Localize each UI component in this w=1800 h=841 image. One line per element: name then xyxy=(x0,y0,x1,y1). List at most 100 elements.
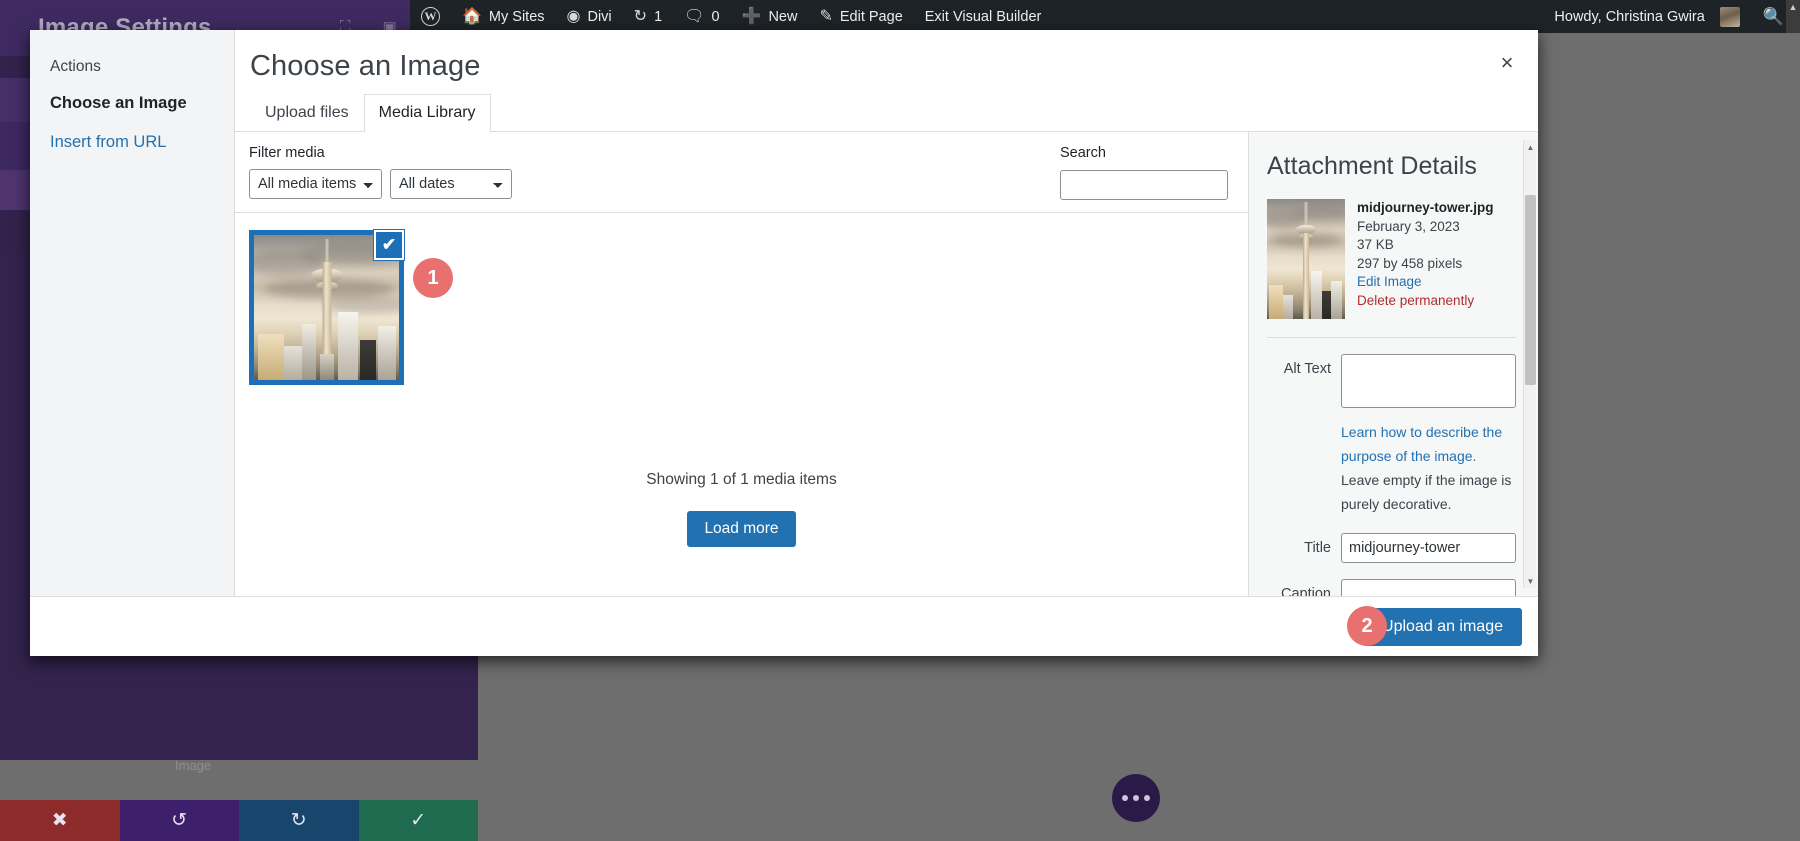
adminbar-howdy-label: Howdy, Christina Gwira xyxy=(1554,8,1705,25)
media-type-filter-select[interactable]: All media items xyxy=(249,169,382,200)
attachments-grid: ✔ Showing 1 of 1 media items Load more xyxy=(235,213,1248,596)
caption-control xyxy=(1341,578,1516,596)
page-root: Image Settings ⛶ ▣ ⋮ Image W 🏠 My Sites … xyxy=(0,0,1800,841)
divi-undo-button[interactable]: ↺ xyxy=(119,800,239,841)
alt-text-input[interactable] xyxy=(1341,354,1516,409)
adminbar-label-edit-page: Edit Page xyxy=(839,8,903,25)
title-input[interactable] xyxy=(1341,532,1516,563)
adminbar-label-my-sites: My Sites xyxy=(488,8,545,25)
attachment-dimensions: 297 by 458 pixels xyxy=(1357,255,1463,271)
adminbar-item-exit-visual-builder[interactable]: Exit Visual Builder xyxy=(914,0,1053,33)
adminbar-label-divi: Divi xyxy=(587,8,612,25)
attachment-info: midjourney-tower.jpg February 3, 2023 37… xyxy=(1267,199,1516,339)
load-more-wrap: Showing 1 of 1 media items Load more xyxy=(235,471,1248,548)
search-group: Search xyxy=(1060,145,1230,201)
adminbar-label-comments: 0 xyxy=(711,8,720,25)
check-icon[interactable]: ✔ xyxy=(374,230,404,261)
caption-label: Caption xyxy=(1281,585,1331,596)
attachment-filename: midjourney-tower.jpg xyxy=(1357,200,1494,216)
adminbar-item-updates[interactable]: ↻ 1 xyxy=(623,0,673,33)
tab-upload-files[interactable]: Upload files xyxy=(250,94,364,132)
pencil-icon: ✎ xyxy=(819,7,833,25)
divi-ghost-label: Image xyxy=(175,758,212,773)
media-toolbar: Filter media All media items All dates S… xyxy=(235,132,1248,214)
media-modal-footer: Upload an image xyxy=(30,596,1538,656)
attachment-details-scrollbar[interactable]: ▲ ▼ xyxy=(1523,140,1537,588)
alt-text-help-link[interactable]: Learn how to describe the purpose of the… xyxy=(1341,424,1502,464)
divi-more-options-button[interactable] xyxy=(1112,774,1160,822)
caption-field-row: Caption xyxy=(1267,578,1516,596)
comment-icon: 🗨 xyxy=(684,7,705,25)
adminbar-item-edit-page[interactable]: ✎ Edit Page xyxy=(808,0,913,33)
attachment-filesize: 37 KB xyxy=(1357,237,1394,253)
adminbar-label-updates: 1 xyxy=(654,8,663,25)
scroll-up-icon[interactable]: ▲ xyxy=(1524,140,1537,155)
edit-image-link[interactable]: Edit Image xyxy=(1357,273,1494,291)
attachment-details-title: Attachment Details xyxy=(1267,152,1477,181)
attachments-browser: Filter media All media items All dates S… xyxy=(235,132,1248,596)
filter-media-label: Filter media xyxy=(249,145,325,162)
step-badge-1: 1 xyxy=(413,258,453,298)
scrollbar-thumb[interactable] xyxy=(1525,195,1536,386)
title-control xyxy=(1341,532,1516,563)
search-input[interactable] xyxy=(1060,170,1228,201)
attachment-meta: midjourney-tower.jpg February 3, 2023 37… xyxy=(1357,199,1494,319)
title-label: Title xyxy=(1304,539,1331,556)
adminbar-item-my-sites[interactable]: 🏠 My Sites xyxy=(451,0,556,33)
adminbar-right-group: Howdy, Christina Gwira 🔍 xyxy=(1543,0,1800,33)
media-count-text: Showing 1 of 1 media items xyxy=(646,471,837,489)
divi-redo-button[interactable]: ↻ xyxy=(239,800,359,841)
media-modal-content: Choose an Image × Upload files Media Lib… xyxy=(235,30,1538,596)
title-field-row: Title xyxy=(1267,532,1516,563)
page-title: Choose an Image xyxy=(250,50,481,82)
delete-permanently-link[interactable]: Delete permanently xyxy=(1357,292,1494,310)
attachment-details-thumbnail xyxy=(1267,199,1345,320)
alt-text-field-row: Alt Text Learn how to describe the purpo… xyxy=(1267,354,1516,516)
attachment-date: February 3, 2023 xyxy=(1357,218,1460,234)
wordpress-logo-icon: W xyxy=(421,7,440,26)
home-icon: 🏠 xyxy=(462,7,482,25)
load-more-button[interactable]: Load more xyxy=(687,511,796,548)
media-modal-title-bar: Choose an Image × xyxy=(235,30,1538,84)
update-icon: ↻ xyxy=(633,7,648,25)
adminbar-label-new: New xyxy=(768,8,798,25)
attachment-item-midjourney-tower[interactable]: ✔ xyxy=(249,230,404,386)
media-modal-body: Actions Choose an Image Insert from URL … xyxy=(30,30,1538,596)
adminbar-item-new[interactable]: ➕ New xyxy=(731,0,809,33)
tab-media-library[interactable]: Media Library xyxy=(363,94,491,133)
more-horizontal-icon xyxy=(1122,795,1128,801)
menu-item-choose-an-image[interactable]: Choose an Image xyxy=(30,78,234,119)
divi-discard-button[interactable]: ✖ xyxy=(0,800,120,841)
more-dot-3 xyxy=(1144,795,1150,801)
filters-row: All media items All dates xyxy=(249,169,512,200)
adminbar-item-comments[interactable]: 🗨 0 xyxy=(673,0,730,33)
media-frame-row: Filter media All media items All dates S… xyxy=(235,132,1538,596)
filters-group: Filter media All media items All dates xyxy=(249,145,512,200)
divi-icon: ◉ xyxy=(566,7,581,25)
step-badge-2: 2 xyxy=(1347,606,1387,646)
scroll-down-icon[interactable]: ▼ xyxy=(1524,574,1537,588)
media-date-filter-select[interactable]: All dates xyxy=(390,169,512,200)
alt-text-control: Learn how to describe the purpose of the… xyxy=(1341,354,1516,516)
wp-logo-menu[interactable]: W xyxy=(410,0,451,33)
divi-bottom-bar: ✖ ↺ ↻ ✓ xyxy=(0,800,478,841)
caption-input[interactable] xyxy=(1341,578,1516,596)
adminbar-my-account[interactable]: Howdy, Christina Gwira xyxy=(1543,0,1750,33)
adminbar-item-divi[interactable]: ◉ Divi xyxy=(556,0,623,33)
search-label: Search xyxy=(1060,145,1106,162)
media-modal-tabs: Upload files Media Library xyxy=(235,84,1538,133)
page-scrollbar-up-arrow[interactable]: ▲ xyxy=(1786,0,1800,33)
more-dot-2 xyxy=(1133,795,1139,801)
media-modal-menu: Actions Choose an Image Insert from URL xyxy=(30,30,235,596)
alt-text-help-rest: Leave empty if the image is purely decor… xyxy=(1341,472,1512,513)
menu-item-insert-from-url[interactable]: Insert from URL xyxy=(30,119,234,158)
plus-icon: ➕ xyxy=(741,7,762,25)
alt-text-label: Alt Text xyxy=(1283,361,1331,378)
alt-text-help: Learn how to describe the purpose of the… xyxy=(1341,420,1516,516)
media-modal: Actions Choose an Image Insert from URL … xyxy=(30,30,1538,656)
divi-save-button[interactable]: ✓ xyxy=(358,800,478,841)
attachment-details-sidebar: Attachment Details midjourney-tower.jpg … xyxy=(1248,132,1538,596)
menu-heading-actions: Actions xyxy=(50,58,101,75)
wp-admin-bar: W 🏠 My Sites ◉ Divi ↻ 1 🗨 0 ➕ New ✎ Edit… xyxy=(410,0,1800,33)
close-icon[interactable]: × xyxy=(1490,46,1524,80)
